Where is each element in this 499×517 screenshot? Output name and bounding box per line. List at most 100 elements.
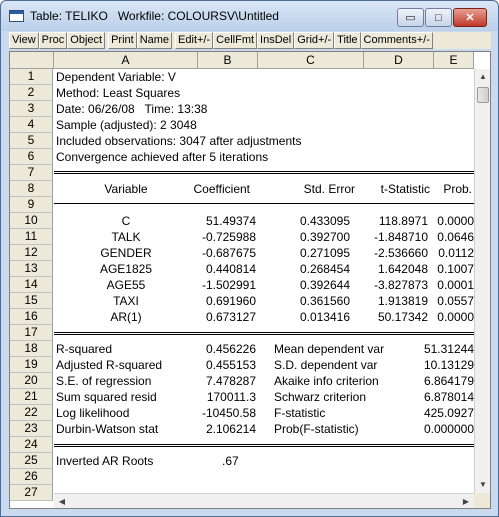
stat-value[interactable]: 10.13129 — [410, 357, 474, 373]
coefficient-value[interactable]: 0.691960 — [188, 293, 256, 309]
stat-value[interactable]: 0.456226 — [188, 341, 256, 357]
coefficient-value[interactable]: 0.440814 — [188, 261, 256, 277]
prob-value[interactable]: 0.0557 — [424, 293, 474, 309]
print-button[interactable]: Print — [108, 32, 137, 49]
row-header[interactable]: 20 — [10, 373, 53, 389]
stat-label[interactable]: Prob(F-statistic) — [274, 421, 359, 437]
date-time-text[interactable]: Date: 06/26/08 Time: 13:38 — [56, 101, 207, 117]
row-header[interactable]: 7 — [10, 165, 53, 181]
column-header-d[interactable]: D — [364, 52, 434, 69]
row-header[interactable]: 8 — [10, 181, 53, 197]
row-header[interactable]: 13 — [10, 261, 53, 277]
row-header[interactable]: 12 — [10, 245, 53, 261]
stat-label[interactable]: Mean dependent var — [274, 341, 384, 357]
title-button[interactable]: Title — [334, 32, 361, 49]
prob-value[interactable]: 0.0000 — [424, 309, 474, 325]
stat-label[interactable]: Durbin-Watson stat — [56, 421, 158, 437]
row-header[interactable]: 21 — [10, 389, 53, 405]
row-header[interactable]: 18 — [10, 341, 53, 357]
maximize-button[interactable]: □ — [425, 8, 452, 27]
row-header[interactable]: 27 — [10, 485, 53, 501]
row-header[interactable]: 23 — [10, 421, 53, 437]
coefficient-value[interactable]: 51.49374 — [188, 213, 256, 229]
row-header[interactable]: 4 — [10, 117, 53, 133]
stat-label[interactable]: F-statistic — [274, 405, 325, 421]
column-header-b[interactable]: B — [198, 52, 258, 69]
std-error-header[interactable]: Std. Error — [258, 181, 355, 197]
t-statistic-value[interactable]: 1.913819 — [348, 293, 428, 309]
stat-label[interactable]: Schwarz criterion — [274, 389, 366, 405]
name-button[interactable]: Name — [136, 32, 173, 49]
prob-value[interactable]: 0.1007 — [424, 261, 474, 277]
stat-value[interactable]: 7.478287 — [188, 373, 256, 389]
stat-label[interactable]: R-squared — [56, 341, 112, 357]
variable-name[interactable]: TALK — [54, 229, 198, 245]
row-header[interactable]: 2 — [10, 85, 53, 101]
t-statistic-value[interactable]: -3.827873 — [348, 277, 428, 293]
variable-header[interactable]: Variable — [54, 181, 198, 197]
row-header[interactable]: 26 — [10, 469, 53, 485]
vertical-scroll-thumb[interactable] — [477, 87, 489, 103]
stat-value[interactable]: 425.0927 — [410, 405, 474, 421]
stat-label[interactable]: Log likelihood — [56, 405, 129, 421]
std-error-value[interactable]: 0.361560 — [258, 293, 350, 309]
stat-value[interactable]: -10450.58 — [188, 405, 256, 421]
t-statistic-value[interactable]: 1.642048 — [348, 261, 428, 277]
stat-value[interactable]: 0.455153 — [188, 357, 256, 373]
row-header[interactable]: 1 — [10, 69, 53, 85]
insdel-button[interactable]: InsDel — [257, 32, 295, 49]
ar-roots-value[interactable]: .67 — [222, 453, 239, 469]
variable-name[interactable]: AGE1825 — [54, 261, 198, 277]
comments-button[interactable]: Comments+/- — [360, 32, 433, 49]
coefficient-value[interactable]: 0.673127 — [188, 309, 256, 325]
object-button[interactable]: Object — [67, 32, 106, 49]
stat-label[interactable]: Akaike info criterion — [274, 373, 379, 389]
std-error-value[interactable]: 0.392644 — [258, 277, 350, 293]
row-header[interactable]: 6 — [10, 149, 53, 165]
std-error-value[interactable]: 0.392700 — [258, 229, 350, 245]
prob-value[interactable]: 0.0646 — [424, 229, 474, 245]
stat-value[interactable]: 6.878014 — [410, 389, 474, 405]
grid-button[interactable]: Grid+/- — [294, 32, 335, 49]
proc-button[interactable]: Proc — [38, 32, 68, 49]
variable-name[interactable]: C — [54, 213, 198, 229]
row-header[interactable]: 17 — [10, 325, 53, 341]
row-header[interactable]: 10 — [10, 213, 53, 229]
row-header[interactable]: 16 — [10, 309, 53, 325]
std-error-value[interactable]: 0.271095 — [258, 245, 350, 261]
view-button[interactable]: View — [9, 32, 39, 49]
t-statistic-value[interactable]: -2.536660 — [348, 245, 428, 261]
stat-label[interactable]: S.D. dependent var — [274, 357, 377, 373]
column-header-a[interactable]: A — [54, 52, 198, 69]
sample-text[interactable]: Sample (adjusted): 2 3048 — [56, 117, 197, 133]
cellfmt-button[interactable]: CellFmt — [213, 32, 258, 49]
t-statistic-value[interactable]: 118.8971 — [348, 213, 428, 229]
stat-value[interactable]: 0.000000 — [410, 421, 474, 437]
coefficient-header[interactable]: Coefficient — [188, 181, 250, 197]
variable-name[interactable]: GENDER — [54, 245, 198, 261]
scroll-left-icon[interactable]: ◀ — [54, 494, 70, 508]
minimize-button[interactable]: ▭ — [397, 8, 424, 27]
corner-header[interactable] — [10, 52, 54, 69]
row-header[interactable]: 14 — [10, 277, 53, 293]
row-header[interactable]: 3 — [10, 101, 53, 117]
row-header[interactable]: 9 — [10, 197, 53, 213]
stat-value[interactable]: 170011.3 — [188, 389, 256, 405]
close-button[interactable]: ✕ — [453, 8, 487, 27]
convergence-text[interactable]: Convergence achieved after 5 iterations — [56, 149, 268, 165]
t-statistic-value[interactable]: 50.17342 — [348, 309, 428, 325]
scroll-down-icon[interactable]: ▼ — [475, 477, 490, 493]
stat-label[interactable]: Adjusted R-squared — [56, 357, 162, 373]
row-header[interactable]: 25 — [10, 453, 53, 469]
dependent-variable-text[interactable]: Dependent Variable: V — [56, 69, 176, 85]
t-statistic-header[interactable]: t-Statistic — [348, 181, 430, 197]
edit-button[interactable]: Edit+/- — [175, 32, 214, 49]
column-header-e[interactable]: E — [434, 52, 474, 69]
prob-header[interactable]: Prob. — [424, 181, 472, 197]
title-bar[interactable]: Table: TELIKO Workfile: COLOURSV\Untitle… — [1, 1, 498, 31]
std-error-value[interactable]: 0.433095 — [258, 213, 350, 229]
column-header-c[interactable]: C — [258, 52, 364, 69]
spreadsheet-grid[interactable]: A B C D E 1 2 3 4 5 6 7 8 9 10 11 12 13 … — [9, 51, 491, 509]
coefficient-value[interactable]: -1.502991 — [188, 277, 256, 293]
method-text[interactable]: Method: Least Squares — [56, 85, 180, 101]
